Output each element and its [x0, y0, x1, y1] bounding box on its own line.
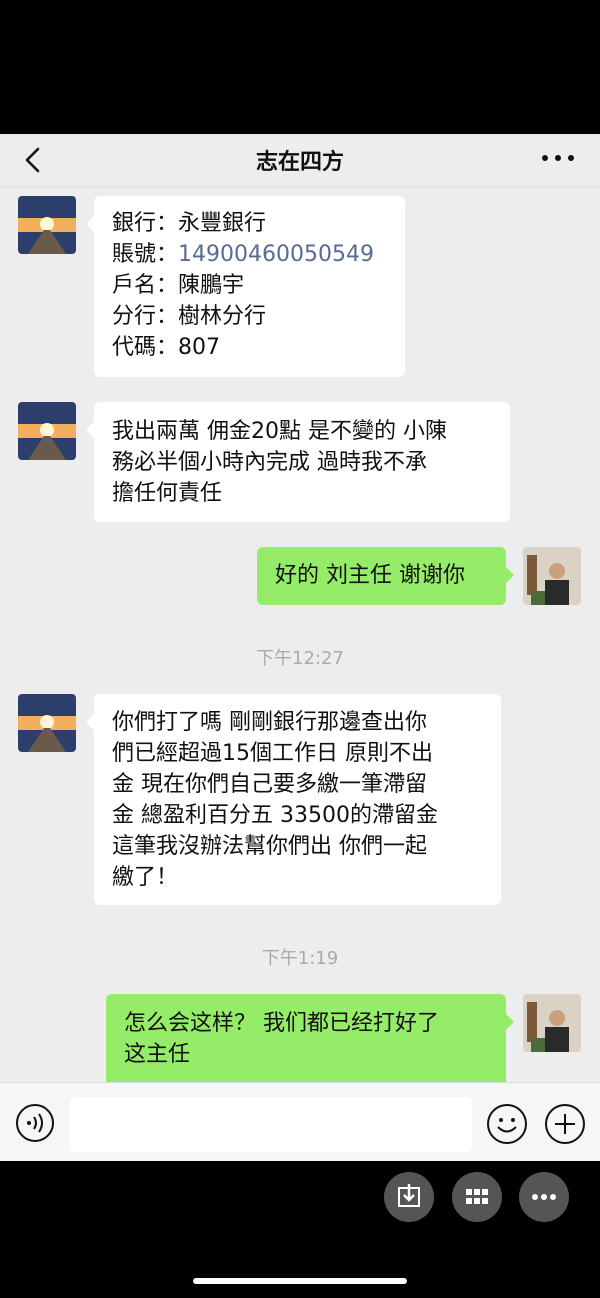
- chat-screen: 志在四方 銀行：永豐銀行 賬號：14900460050549 戶名：陳鵬宇 分行…: [0, 134, 600, 1161]
- home-indicator[interactable]: [193, 1278, 407, 1284]
- more-icon: [532, 1194, 556, 1200]
- apps-button[interactable]: [452, 1172, 502, 1222]
- overflow-button[interactable]: [519, 1172, 569, 1222]
- message-line: 分行：樹林分行: [112, 304, 267, 329]
- contact-avatar[interactable]: [18, 196, 76, 254]
- message-line: 這筆我沒辦法幫你們出 你們一起: [112, 834, 427, 859]
- nav-bar: 志在四方: [0, 134, 600, 187]
- message-line: 代碼：807: [112, 335, 220, 360]
- emoji-icon[interactable]: [486, 1103, 528, 1145]
- my-avatar[interactable]: [523, 547, 581, 605]
- message-bubble[interactable]: 你們打了嗎 剛剛銀行那邊查出你 們已經超過15個工作日 原則不出 金 現在你們自…: [86, 694, 501, 905]
- message-line: 們已經超過15個工作日 原則不出: [112, 741, 433, 766]
- message-line: 我出兩萬 佣金20點 是不變的 小陳: [112, 419, 447, 444]
- account-number-link[interactable]: 14900460050549: [178, 242, 374, 267]
- message-list: 銀行：永豐銀行 賬號：14900460050549 戶名：陳鵬宇 分行：樹林分行…: [0, 186, 600, 1094]
- grid-icon: [466, 1189, 488, 1204]
- account-label: 賬號：: [112, 242, 179, 267]
- input-bar: [0, 1082, 600, 1161]
- download-icon: [398, 1184, 420, 1207]
- message-line: 金 總盈利百分五 33500的滯留金: [112, 803, 438, 828]
- timestamp: 下午1:19: [261, 948, 339, 969]
- message-line: 这主任: [124, 1042, 191, 1067]
- message-line: 繳了！: [112, 865, 179, 890]
- message-line: 金 現在你們自己要多繳一筆滯留: [112, 772, 427, 797]
- message-bubble[interactable]: 怎么会这样？ 我们都已经打好了 这主任: [106, 994, 514, 1094]
- voice-icon[interactable]: [15, 1103, 55, 1143]
- message-line: 擔任何責任: [112, 481, 223, 506]
- message-line: 戶名：陳鵬宇: [112, 273, 245, 298]
- download-button[interactable]: [384, 1172, 434, 1222]
- plus-icon[interactable]: [544, 1103, 586, 1145]
- my-avatar[interactable]: [523, 994, 581, 1052]
- more-icon[interactable]: [538, 142, 578, 174]
- message-line: 賬號：14900460050549: [112, 239, 387, 270]
- message-input[interactable]: [70, 1097, 472, 1152]
- message-line: 你們打了嗎 剛剛銀行那邊查出你: [112, 710, 427, 735]
- message-line: 務必半個小時內完成 過時我不承: [112, 450, 427, 475]
- timestamp: 下午12:27: [256, 648, 344, 669]
- message-bubble[interactable]: 銀行：永豐銀行 賬號：14900460050549 戶名：陳鵬宇 分行：樹林分行…: [86, 196, 405, 377]
- message-line: 好的 刘主任 谢谢你: [275, 563, 465, 588]
- message-line: 怎么会这样？ 我们都已经打好了: [124, 1011, 439, 1036]
- message-bubble[interactable]: 我出兩萬 佣金20點 是不變的 小陳 務必半個小時內完成 過時我不承 擔任何責任: [86, 402, 510, 522]
- contact-avatar[interactable]: [18, 694, 76, 752]
- message-bubble[interactable]: 好的 刘主任 谢谢你: [257, 547, 514, 605]
- contact-avatar[interactable]: [18, 402, 76, 460]
- message-line: 銀行：永豐銀行: [112, 211, 267, 236]
- chat-title: 志在四方: [255, 150, 344, 175]
